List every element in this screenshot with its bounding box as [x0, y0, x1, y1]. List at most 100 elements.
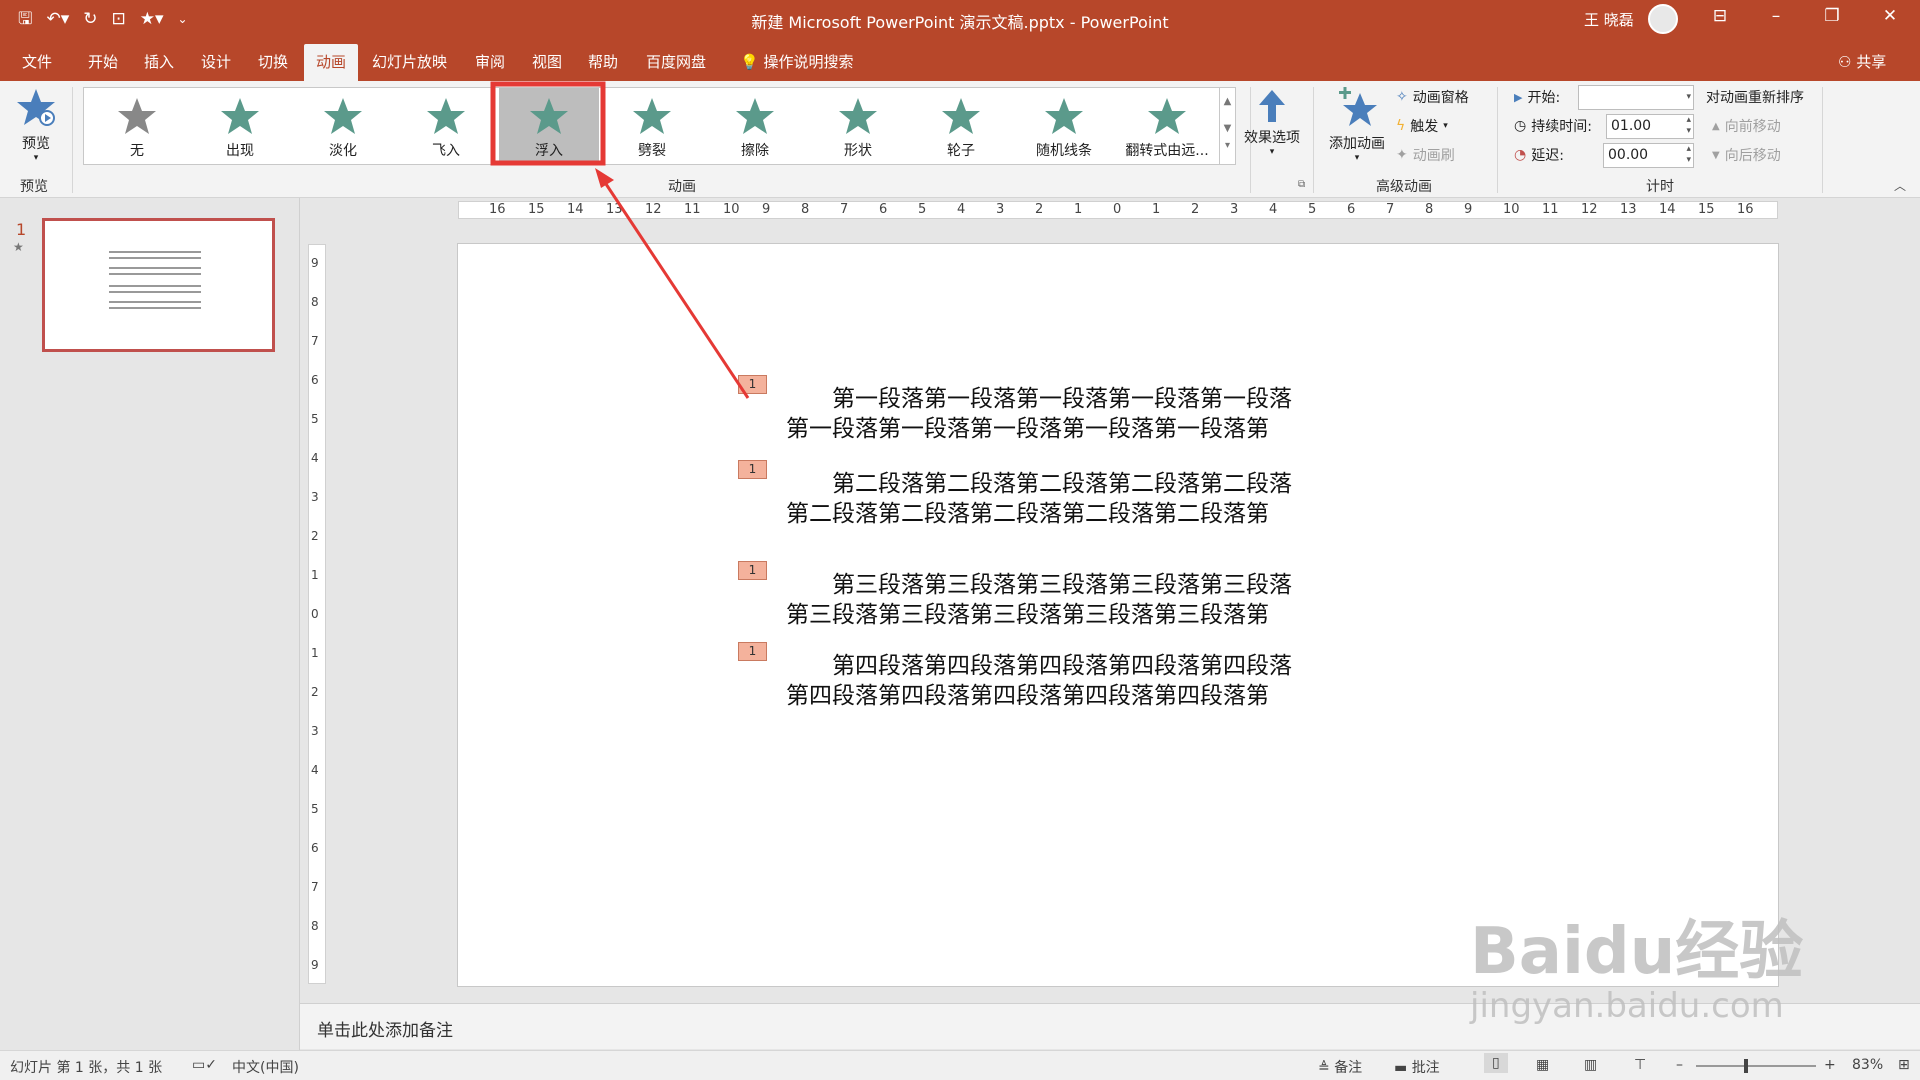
- ruler-tick-label: 4: [957, 202, 966, 217]
- animation-anim-appear[interactable]: 出现: [190, 88, 290, 164]
- duration-stepper-icon[interactable]: ▴ ▾: [1686, 115, 1691, 137]
- delay-stepper-icon[interactable]: ▴ ▾: [1686, 144, 1691, 166]
- slide-canvas[interactable]: 1 第一段落第一段落第一段落第一段落第一段落 第一段落第一段落第一段落第一段落第一段…: [457, 243, 1779, 987]
- user-name[interactable]: 王 晓磊: [1584, 9, 1634, 30]
- accessibility-icon[interactable]: ▭✓: [192, 1057, 217, 1073]
- ruler-tick-label: 8: [311, 919, 319, 933]
- zoom-slider-thumb[interactable]: [1744, 1059, 1748, 1073]
- animation-anim-fly-in[interactable]: 飞入: [396, 88, 496, 164]
- thumbnail-text-line: [109, 273, 201, 275]
- animation-painter-button[interactable]: ✦ 动画刷: [1396, 145, 1455, 165]
- dialog-launcher-icon[interactable]: ⧉: [1298, 179, 1305, 190]
- tab-design[interactable]: 设计: [201, 51, 231, 72]
- effect-options-button[interactable]: 效果选项 ▾: [1240, 89, 1304, 157]
- trigger-button[interactable]: ϟ 触发 ▾: [1396, 116, 1448, 136]
- animation-anim-grow-turn[interactable]: 翻转式由远...: [1117, 88, 1217, 164]
- slide-paragraph[interactable]: 第三段落第三段落第三段落第三段落第三段落 第三段落第三段落第三段落第三段落第三段落…: [786, 570, 1346, 630]
- animation-anim-shape[interactable]: 形状: [808, 88, 908, 164]
- tab-file[interactable]: 文件: [22, 51, 52, 72]
- fit-slide-icon[interactable]: ⊞: [1898, 1057, 1910, 1073]
- ruler-tick-label: 9: [311, 256, 319, 270]
- tab-baidu-netdisk[interactable]: 百度网盘: [646, 51, 706, 72]
- gallery-up-icon[interactable]: ▲: [1220, 96, 1235, 107]
- ruler-tick-label: 13: [1620, 202, 1637, 217]
- start-dropdown-icon[interactable]: ▾: [1686, 92, 1691, 103]
- watermark: Baidu经验 jingyan.baidu.com: [1470, 900, 1803, 1026]
- ruler-tick-label: 8: [1425, 202, 1434, 217]
- start-select[interactable]: ▾: [1578, 85, 1694, 110]
- anim-none-star-icon: [118, 98, 156, 134]
- move-later-label: 向后移动: [1724, 148, 1781, 164]
- zoom-slider[interactable]: [1696, 1065, 1816, 1067]
- zoom-in-icon[interactable]: +: [1824, 1057, 1836, 1073]
- animation-anim-wheel[interactable]: 轮子: [911, 88, 1011, 164]
- tab-slideshow[interactable]: 幻灯片放映: [372, 51, 447, 72]
- ruler-tick-label: 16: [489, 202, 506, 217]
- ribbon-display-icon[interactable]: ⊟: [1708, 6, 1732, 26]
- slide-thumbnail-pane: 1 ★: [0, 198, 300, 1050]
- duration-input[interactable]: 01.00 ▴ ▾: [1606, 114, 1694, 139]
- gallery-down-icon[interactable]: ▼: [1220, 123, 1235, 134]
- anim-wheel-star-icon: [942, 98, 980, 134]
- group-separator: [1497, 87, 1498, 193]
- tab-review[interactable]: 审阅: [475, 51, 505, 72]
- delay-input[interactable]: 00.00 ▴ ▾: [1603, 143, 1694, 168]
- share-button[interactable]: ⚇ 共享: [1838, 51, 1886, 72]
- animation-label: 擦除: [741, 143, 769, 159]
- collapse-ribbon-icon[interactable]: ︿: [1894, 177, 1906, 194]
- slide-thumbnail[interactable]: [42, 218, 275, 352]
- animation-anim-random-bars[interactable]: 随机线条: [1014, 88, 1114, 164]
- close-icon[interactable]: ✕: [1878, 6, 1902, 26]
- reading-view-icon[interactable]: ▥: [1584, 1057, 1597, 1073]
- tab-transitions[interactable]: 切换: [258, 51, 288, 72]
- animation-anim-wipe[interactable]: 擦除: [705, 88, 805, 164]
- zoom-level[interactable]: 83%: [1852, 1057, 1883, 1073]
- move-earlier-button[interactable]: ▲ 向前移动: [1712, 116, 1781, 136]
- group-label-advanced: 高级动画: [1376, 179, 1432, 195]
- animation-order-marker[interactable]: 1: [738, 460, 767, 479]
- normal-view-icon[interactable]: ▯: [1484, 1053, 1508, 1073]
- notes-toggle[interactable]: ≜ 备注: [1318, 1057, 1362, 1077]
- paragraph-line: 第三段落第三段落第三段落第三段落第三段落: [786, 570, 1346, 600]
- animation-pane-button[interactable]: ✧ 动画窗格: [1396, 87, 1469, 107]
- animation-label: 翻转式由远...: [1125, 143, 1209, 159]
- comments-label: 批注: [1411, 1060, 1440, 1076]
- tell-me-search[interactable]: 💡 操作说明搜索: [740, 51, 853, 72]
- animation-anim-none[interactable]: 无: [87, 88, 187, 164]
- slide-paragraph[interactable]: 第二段落第二段落第二段落第二段落第二段落 第二段落第二段落第二段落第二段落第二段落…: [786, 469, 1346, 529]
- slide-paragraph[interactable]: 第四段落第四段落第四段落第四段落第四段落 第四段落第四段落第四段落第四段落第四段落…: [786, 651, 1346, 711]
- tab-home[interactable]: 开始: [88, 51, 118, 72]
- move-later-icon: ▼: [1712, 149, 1720, 161]
- tab-view[interactable]: 视图: [532, 51, 562, 72]
- slide-sorter-icon[interactable]: ▦: [1536, 1057, 1549, 1073]
- tab-animations[interactable]: 动画: [304, 44, 359, 82]
- preview-button[interactable]: 预览 ▾: [14, 87, 58, 163]
- animation-order-marker[interactable]: 1: [738, 642, 767, 661]
- clock-icon: ◷: [1514, 118, 1527, 134]
- zoom-out-icon[interactable]: –: [1676, 1057, 1683, 1073]
- preview-dropdown-icon[interactable]: ▾: [14, 153, 58, 163]
- add-animation-button[interactable]: 添加动画 ▾: [1324, 87, 1390, 163]
- animation-anim-fade[interactable]: 淡化: [293, 88, 393, 164]
- comments-toggle[interactable]: ▬ 批注: [1394, 1057, 1440, 1077]
- ruler-tick-label: 2: [311, 685, 319, 699]
- animation-anim-split[interactable]: 劈裂: [602, 88, 702, 164]
- tab-help[interactable]: 帮助: [588, 51, 618, 72]
- slideshow-icon[interactable]: ⊤: [1634, 1057, 1646, 1073]
- animation-order-marker[interactable]: 1: [738, 561, 767, 580]
- animation-order-marker[interactable]: 1: [738, 375, 767, 394]
- ruler-tick-label: 6: [879, 202, 888, 217]
- gallery-scroll[interactable]: ▲ ▼ ▾: [1219, 87, 1236, 165]
- paragraph-line: 第四段落第四段落第四段落第四段落第四段落: [786, 651, 1346, 681]
- add-animation-dropdown-icon: ▾: [1354, 153, 1360, 163]
- minimize-icon[interactable]: –: [1764, 6, 1788, 26]
- restore-icon[interactable]: ❐: [1820, 6, 1844, 26]
- user-avatar[interactable]: [1648, 4, 1678, 34]
- slide-paragraph[interactable]: 第一段落第一段落第一段落第一段落第一段落 第一段落第一段落第一段落第一段落第一段落…: [786, 384, 1346, 444]
- move-later-button[interactable]: ▼ 向后移动: [1712, 145, 1781, 165]
- ruler-tick-label: 15: [1698, 202, 1715, 217]
- gallery-more-icon[interactable]: ▾: [1220, 140, 1235, 151]
- animation-anim-float-in[interactable]: 浮入: [499, 88, 599, 164]
- tab-insert[interactable]: 插入: [144, 51, 174, 72]
- language-status[interactable]: 中文(中国): [232, 1057, 299, 1077]
